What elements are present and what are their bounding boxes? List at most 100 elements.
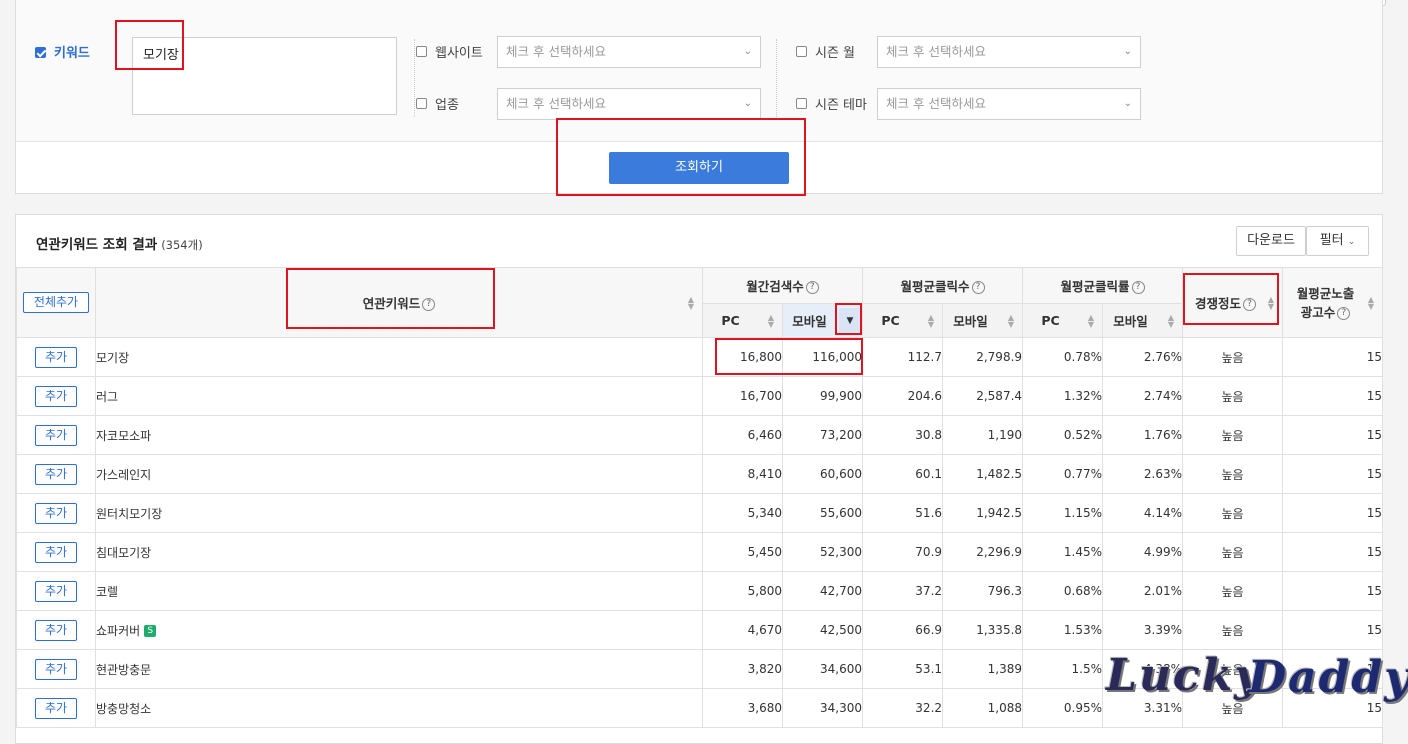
ad-count-cell: 15 [1282, 571, 1384, 611]
help-icon[interactable]: ? [971, 281, 985, 294]
table-row: 추가 쇼파커버 S 4,670 42,500 66.9 1,335.8 1.53% 3.39% 높… [16, 610, 1384, 650]
keyword-cell: 방충망청소 [95, 688, 703, 728]
add-button[interactable]: 추가 [35, 541, 77, 563]
table-row: 추가 모기장 16,800 116,000 112.7 2,798.9 0.78% 2.76%… [16, 337, 1384, 377]
mobile-search-cell: 99,900 [781, 376, 864, 416]
mobile-ctr-cell: 2.01% [1102, 571, 1184, 611]
pc-search-cell: 5,450 [702, 532, 783, 572]
add-button[interactable]: 추가 [35, 463, 77, 485]
season-month-select[interactable]: 체크 후 선택하세요 ⌄ [877, 36, 1141, 68]
competition-cell: 높음 [1182, 454, 1284, 494]
help-icon[interactable]: ? [422, 298, 436, 311]
header-ctr-pc[interactable]: PC ▲ ▼ [1022, 303, 1104, 338]
season-month-label: 시즌 월 [815, 46, 856, 61]
help-icon[interactable]: ? [1131, 281, 1145, 294]
filter-button[interactable]: 필터 ⌄ [1306, 226, 1369, 256]
sort-desc-icon[interactable]: ▼ [839, 307, 862, 334]
keyword-link[interactable]: 모기장 [96, 351, 129, 365]
keyword-link[interactable]: 코렐 [96, 585, 118, 599]
header-clicks-pc[interactable]: PC ▲ ▼ [862, 303, 944, 338]
pc-ctr-cell: 1.15% [1022, 493, 1104, 533]
help-icon[interactable]: ? [1337, 306, 1351, 320]
keyword-cell: 러그 [95, 376, 703, 416]
header-clicks-mobile[interactable]: 모바일 ▲ ▼ [942, 303, 1024, 338]
chevron-down-icon: ⌄ [1123, 46, 1132, 57]
ad-count-cell: 15 [1282, 454, 1384, 494]
download-button[interactable]: 다운로드 [1236, 226, 1306, 256]
mobile-search-cell: 52,300 [781, 532, 864, 572]
pc-search-cell: 4,670 [702, 610, 783, 650]
search-submit-button[interactable]: 조회하기 [609, 152, 789, 184]
keyword-label: 키워드 [54, 46, 90, 61]
mobile-ctr-cell: 4.14% [1102, 493, 1184, 533]
keyword-link[interactable]: 러그 [96, 390, 118, 404]
add-button[interactable]: 추가 [35, 658, 77, 680]
help-icon[interactable]: ? [805, 281, 819, 294]
sort-icon[interactable]: ▲ ▼ [1008, 313, 1014, 328]
season-theme-checkbox[interactable] [796, 98, 807, 109]
add-button[interactable]: 추가 [35, 502, 77, 524]
website-select[interactable]: 체크 후 선택하세요 ⌄ [497, 36, 761, 68]
header-ad-count-line1: 월평균노출 [1296, 285, 1355, 301]
website-checkbox[interactable] [416, 46, 427, 57]
header-search-pc[interactable]: PC ▲ ▼ [702, 303, 783, 338]
watermark-word1: Lucky [1106, 650, 1262, 701]
add-all-button[interactable]: 전체추가 [23, 292, 89, 313]
header-avg-clicks-label: 월평균클릭수 [900, 279, 970, 294]
keyword-link[interactable]: 방충망청소 [96, 702, 151, 716]
season-month-checkbox[interactable] [796, 46, 807, 57]
sort-icon[interactable]: ▲ ▼ [1268, 295, 1274, 310]
mobile-clicks-cell: 1,482.5 [942, 454, 1024, 494]
keyword-link[interactable]: 쇼파커버 [96, 624, 140, 638]
add-button[interactable]: 추가 [35, 619, 77, 641]
add-cell: 추가 [16, 688, 96, 728]
header-search-mobile[interactable]: 모바일 ▼ [781, 303, 864, 338]
keyword-checkbox[interactable] [35, 47, 46, 58]
add-button[interactable]: 추가 [35, 346, 77, 368]
season-theme-select[interactable]: 체크 후 선택하세요 ⌄ [877, 88, 1141, 120]
keyword-textarea[interactable]: 모기장 [132, 37, 397, 115]
keyword-link[interactable]: 침대모기장 [96, 546, 151, 560]
keyword-link[interactable]: 자코모소파 [96, 429, 151, 443]
add-button[interactable]: 추가 [35, 580, 77, 602]
keyword-cell: 자코모소파 [95, 415, 703, 455]
chevron-down-icon: ⌄ [1347, 237, 1356, 247]
pc-clicks-cell: 70.9 [862, 532, 944, 572]
industry-select[interactable]: 체크 후 선택하세요 ⌄ [497, 88, 761, 120]
header-keyword[interactable]: 연관키워드? ▲ ▼ [95, 267, 703, 338]
add-button[interactable]: 추가 [35, 385, 77, 407]
pc-ctr-cell: 1.53% [1022, 610, 1104, 650]
mobile-search-cell: 116,000 [781, 337, 864, 377]
add-button[interactable]: 추가 [35, 424, 77, 446]
sort-icon[interactable]: ▲ ▼ [1168, 313, 1174, 328]
sort-icon[interactable]: ▲ ▼ [768, 313, 774, 328]
keyword-link[interactable]: 현관방충문 [96, 663, 151, 677]
sort-icon[interactable]: ▲ ▼ [1088, 313, 1094, 328]
keyword-link[interactable]: 원터치모기장 [96, 507, 162, 521]
keyword-cell: 현관방충문 [95, 649, 703, 689]
watermark-logo: Lucky Daddy [1098, 650, 1408, 722]
add-cell: 추가 [16, 610, 96, 650]
header-monthly-search-label: 월간검색수 [746, 279, 804, 294]
pc-ctr-cell: 0.95% [1022, 688, 1104, 728]
sort-icon[interactable]: ▲ ▼ [928, 313, 934, 328]
header-keyword-label: 연관키워드 [362, 296, 421, 311]
add-button[interactable]: 추가 [35, 697, 77, 719]
sort-icon[interactable]: ▲ ▼ [1368, 295, 1374, 310]
industry-checkbox[interactable] [416, 98, 427, 109]
pc-ctr-cell: 0.68% [1022, 571, 1104, 611]
header-competition[interactable]: 경쟁정도? ▲ ▼ [1182, 267, 1284, 338]
watermark-word2: Daddy [1248, 652, 1408, 703]
keyword-link[interactable]: 가스레인지 [96, 468, 151, 482]
pc-search-cell: 3,820 [702, 649, 783, 689]
help-icon[interactable]: ? [1243, 298, 1257, 311]
table-row: 추가 침대모기장 5,450 52,300 70.9 2,296.9 1.45% 4.99% 높… [16, 532, 1384, 572]
header-ctr-mobile[interactable]: 모바일 ▲ ▼ [1102, 303, 1184, 338]
sort-icon[interactable]: ▲ ▼ [688, 295, 694, 310]
pc-ctr-cell: 1.45% [1022, 532, 1104, 572]
add-cell: 추가 [16, 532, 96, 572]
competition-cell: 높음 [1182, 337, 1284, 377]
table-row: 추가 러그 16,700 99,900 204.6 2,587.4 1.32% 2.74% 높음… [16, 376, 1384, 416]
header-ad-count[interactable]: 월평균노출 광고수? ▲ ▼ [1282, 267, 1384, 338]
results-count: (354개) [161, 238, 203, 252]
